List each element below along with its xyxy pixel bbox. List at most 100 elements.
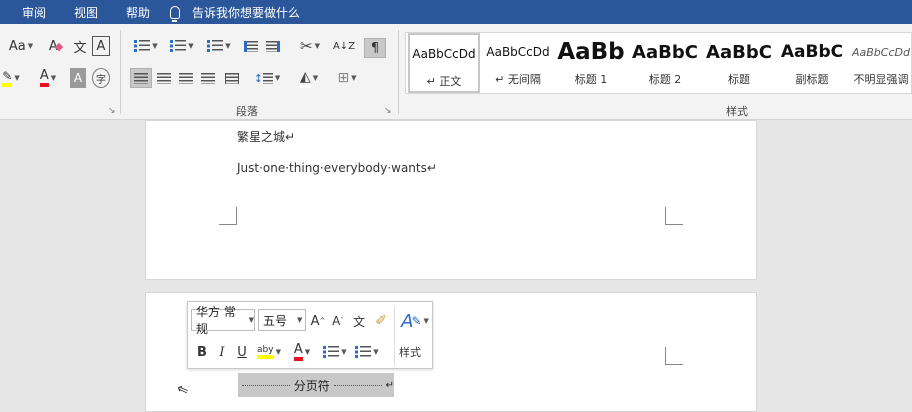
highlight-button[interactable]: ✎ ▼ (0, 68, 22, 88)
tell-me-text: 告诉我你想要做什么 (192, 5, 301, 20)
mini-font-size-box[interactable]: 五号 ▼ (258, 309, 306, 331)
font-dialog-launcher-icon[interactable]: ↘ (108, 106, 116, 116)
style-sample: AaBbCcDd (852, 45, 910, 59)
highlight-icon: aby (257, 345, 274, 359)
justify-button[interactable] (198, 68, 218, 88)
tell-me-box[interactable]: 告诉我你想要做什么 (170, 4, 301, 22)
underline-button[interactable]: U (234, 342, 250, 362)
bullets-icon (134, 40, 151, 52)
char-shading-icon: A (73, 71, 83, 85)
style-sample: AaBbC (632, 41, 698, 63)
menu-view[interactable]: 视图 (74, 4, 98, 21)
chinese-layout-icon: ✂ (300, 37, 313, 55)
ribbon: Aa▼ A◆ 文 A ✎▼ A▼ A 字 ↘ ▼ ▼ ▼ ✂▼ A↓Z (0, 24, 912, 120)
align-left-button[interactable] (130, 68, 152, 88)
multilevel-list-button[interactable]: ▼ (202, 36, 236, 56)
menu-review[interactable]: 审阅 (22, 4, 46, 21)
style-sample: AaBbC (780, 42, 844, 62)
bullets-button[interactable]: ▼ (320, 342, 350, 362)
format-painter-button[interactable]: ✐ (372, 311, 390, 331)
style-name: ↵ 正文 (426, 75, 462, 88)
line-spacing-icon (262, 72, 273, 84)
line-spacing-button[interactable]: ↕ ▼ (252, 68, 282, 88)
change-case-button[interactable]: Aa ▼ (6, 36, 36, 56)
char-border-icon: A (96, 38, 106, 54)
show-marks-button[interactable]: ¶ (364, 38, 386, 58)
style-subtitle[interactable]: AaBbC 副标题 (778, 33, 846, 93)
numbering-button[interactable]: ▼ (352, 342, 382, 362)
numbering-icon (170, 40, 187, 52)
doc-paragraph[interactable]: Just·one·thing·everybody·wants↵ (237, 161, 437, 175)
style-heading-2[interactable]: AaBbC 标题 2 (630, 33, 700, 93)
shading-button[interactable]: ◭ ▼ (294, 68, 324, 88)
grow-font-icon: A (310, 313, 320, 329)
menu-help[interactable]: 帮助 (126, 4, 150, 21)
borders-button[interactable]: ⊞ ▼ (332, 68, 362, 88)
italic-icon: I (219, 344, 225, 360)
underline-icon: U (237, 344, 247, 360)
doc-paragraph[interactable]: 繁星之城↵ (237, 128, 295, 145)
font-color-icon: A (39, 69, 49, 87)
style-normal[interactable]: AaBbCcDd ↵ 正文 (408, 33, 480, 93)
font-color-button[interactable]: A ▼ (30, 68, 66, 88)
align-center-button[interactable] (154, 68, 174, 88)
increase-indent-icon (266, 40, 280, 52)
margin-corner-mark (665, 347, 683, 365)
align-right-button[interactable] (176, 68, 196, 88)
sort-button[interactable]: A↓Z (332, 36, 356, 56)
style-name: 不明显强调 (853, 73, 909, 86)
style-no-spacing[interactable]: AaBbCcDd ↵ 无间隔 (482, 33, 554, 93)
shrink-font-icon: A (332, 314, 341, 328)
page-break-label: 分页符 (293, 378, 330, 393)
grow-font-button[interactable]: A ^ (310, 311, 326, 331)
distributed-icon (225, 72, 239, 84)
separator (398, 30, 399, 114)
page-break-line (333, 384, 382, 386)
enclose-char-button[interactable]: 字 (92, 68, 110, 88)
pen-icon: ✎ (411, 314, 422, 328)
sort-icon: A↓Z (332, 40, 356, 52)
bullets-button[interactable]: ▼ (130, 36, 162, 56)
margin-corner-mark (219, 207, 237, 225)
chinese-layout-button[interactable]: ✂ ▼ (296, 36, 324, 56)
font-name-value: 华方 常规 (196, 305, 236, 336)
paragraph-mark-icon: ↵ (385, 379, 394, 391)
distributed-button[interactable] (222, 68, 242, 88)
bold-button[interactable]: B (194, 342, 210, 362)
bullets-icon (323, 346, 340, 358)
char-shading-button[interactable]: A (70, 68, 86, 88)
clear-format-button[interactable]: A ◆ (46, 36, 66, 56)
paint-bucket-icon: ◭ (299, 69, 311, 88)
highlight-button[interactable]: aby ▼ (254, 342, 284, 362)
style-sample: AaBbCcDd (412, 47, 476, 61)
paragraph-dialog-launcher-icon[interactable]: ↘ (384, 106, 392, 116)
separator (120, 30, 121, 114)
style-sample: AaBbCcDd (486, 45, 550, 59)
numbering-button[interactable]: ▼ (166, 36, 198, 56)
align-center-icon (157, 72, 171, 84)
increase-indent-button[interactable] (264, 36, 282, 56)
char-border-button[interactable]: A (92, 36, 110, 56)
decrease-indent-button[interactable] (242, 36, 260, 56)
align-left-icon (134, 72, 148, 84)
italic-button[interactable]: I (214, 342, 230, 362)
styles-button[interactable]: A ✎ ▼ (400, 308, 430, 334)
shrink-font-button[interactable]: Aˇ (330, 311, 346, 331)
change-case-label: Aa (8, 38, 26, 54)
style-subtle-emphasis[interactable]: AaBbCcDd 不明显强调 (850, 33, 912, 93)
justify-icon (201, 72, 215, 84)
style-title[interactable]: AaBbC 标题 (704, 33, 774, 93)
phonetic-guide-button[interactable]: 文 (70, 36, 90, 56)
menu-bar: 审阅 视图 帮助 告诉我你想要做什么 (0, 0, 912, 24)
paragraph-group-label: 段落 (236, 105, 258, 118)
style-name: 标题 (728, 73, 750, 86)
numbering-icon (355, 346, 372, 358)
mini-font-name-box[interactable]: 华方 常规 ▼ (191, 305, 255, 336)
decrease-indent-icon (244, 40, 258, 52)
font-color-button[interactable]: A ▼ (288, 342, 316, 362)
font-color-icon: A (293, 343, 303, 361)
page-break-marker[interactable]: 分页符 ↵ (238, 373, 394, 397)
phonetic-guide-button[interactable]: 文 (350, 311, 368, 331)
style-heading-1[interactable]: AaBb 标题 1 (556, 33, 626, 93)
styles-group-label: 样式 (726, 105, 748, 118)
